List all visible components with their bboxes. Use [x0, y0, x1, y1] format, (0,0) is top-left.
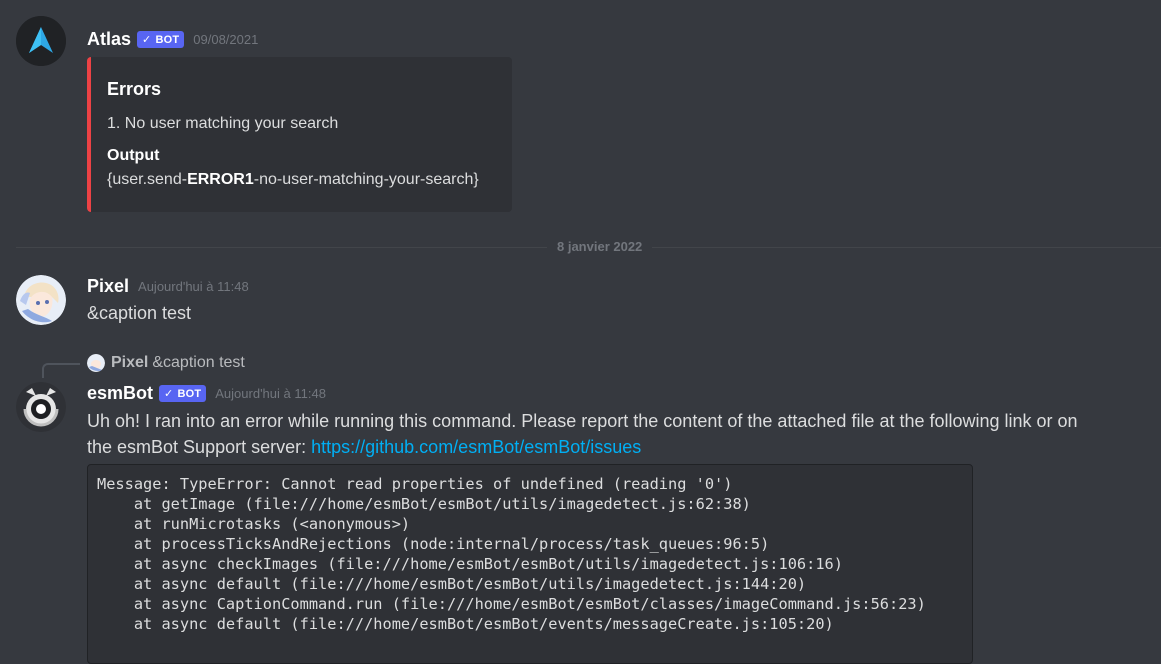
field-value-suffix: -no-user-matching-your-search}	[253, 171, 479, 188]
code-line: at async default (file:///home/esmBot/es…	[97, 575, 807, 593]
support-link[interactable]: https://github.com/esmBot/esmBot/issues	[311, 437, 641, 457]
anime-avatar-icon	[87, 354, 105, 372]
embed-field-name: Output	[107, 147, 160, 164]
field-value-bold: ERROR1	[187, 171, 254, 188]
reply-spine	[42, 363, 80, 378]
pixel-avatar[interactable]	[16, 275, 66, 325]
message-header: esmBot ✓ BOT Aujourd'hui à 11:48	[87, 383, 326, 404]
embed-title: Errors	[107, 79, 162, 99]
content-line-2-prefix: the esmBot Support server:	[87, 437, 312, 457]
anime-avatar-icon	[16, 275, 66, 325]
date-divider-label: 8 janvier 2022	[547, 239, 653, 254]
code-line: at processTicksAndRejections (node:inter…	[97, 535, 770, 553]
bot-tag: ✓ BOT	[137, 31, 185, 48]
message-header: Atlas ✓ BOT 09/08/2021	[87, 29, 258, 50]
esmbot-logo-icon	[16, 382, 66, 432]
message-content: &caption test	[87, 303, 192, 323]
code-line: Message: TypeError: Cannot read properti…	[97, 475, 733, 493]
atlas-avatar-icon[interactable]	[16, 16, 66, 66]
embed-description: 1. No user matching your search	[107, 115, 339, 132]
code-line: at runMicrotasks (<anonymous>)	[97, 515, 411, 533]
username-pixel[interactable]: Pixel	[87, 276, 129, 297]
verified-check-icon: ✓	[164, 388, 174, 400]
verified-check-icon: ✓	[142, 34, 152, 46]
code-line: at async CaptionCommand.run (file:///hom…	[97, 595, 926, 613]
content-line-2: the esmBot Support server: https://githu…	[87, 434, 1131, 460]
username-atlas[interactable]: Atlas	[87, 29, 131, 50]
code-line: at async checkImages (file:///home/esmBo…	[97, 555, 843, 573]
timestamp: Aujourd'hui à 11:48	[215, 386, 326, 401]
bot-tag-label: BOT	[177, 387, 202, 400]
bot-tag-label: BOT	[155, 33, 180, 46]
content-line-1: Uh oh! I ran into an error while running…	[87, 411, 1078, 431]
reply-content: &caption test	[152, 354, 245, 371]
atlas-logo-icon	[16, 16, 66, 66]
field-value-prefix: {user.send-	[107, 171, 188, 188]
embed-field-value: {user.send-ERROR1-no-user-matching-your-…	[107, 171, 479, 189]
code-line: at async default (file:///home/esmBot/es…	[97, 615, 834, 633]
esmbot-avatar[interactable]	[16, 382, 66, 432]
message-content: Uh oh! I ran into an error while running…	[87, 408, 1131, 460]
bot-tag: ✓ BOT	[159, 385, 207, 402]
timestamp: Aujourd'hui à 11:48	[138, 279, 249, 294]
reply-reference[interactable]: Pixel &caption test	[87, 354, 245, 372]
reply-avatar-icon	[87, 354, 105, 372]
message-header: Pixel Aujourd'hui à 11:48	[87, 276, 249, 297]
reply-username: Pixel	[111, 354, 149, 371]
error-code-block: Message: TypeError: Cannot read properti…	[87, 464, 973, 664]
code-line: at getImage (file:///home/esmBot/esmBot/…	[97, 495, 751, 513]
username-esmbot[interactable]: esmBot	[87, 383, 153, 404]
error-embed: Errors 1. No user matching your search O…	[87, 57, 512, 212]
timestamp: 09/08/2021	[193, 32, 259, 47]
